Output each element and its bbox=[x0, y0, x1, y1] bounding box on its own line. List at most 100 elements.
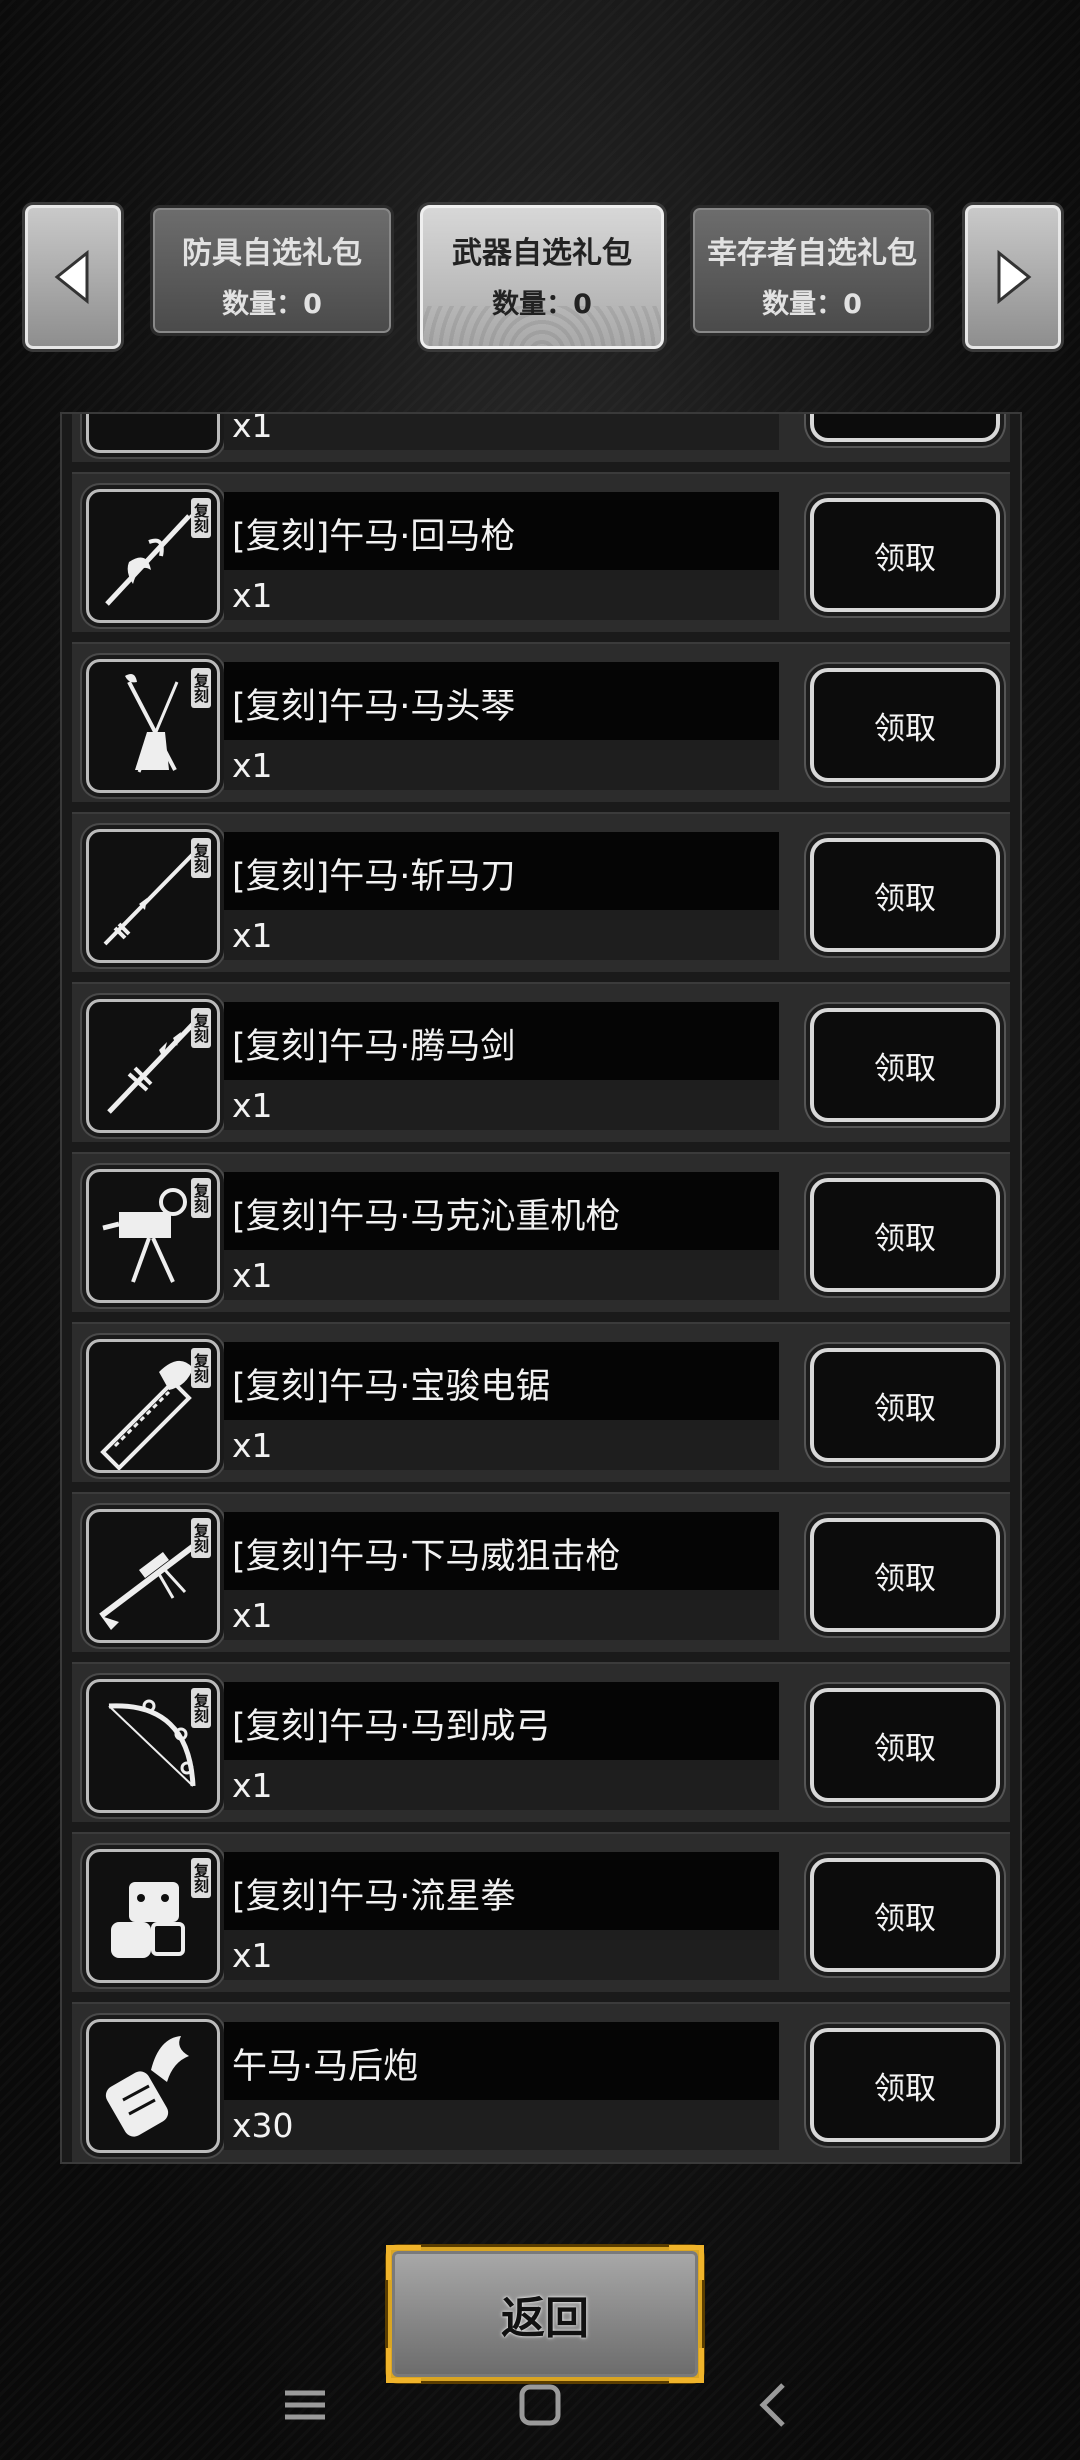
list-item: 复刻 [复刻]午马·腾马剑 x1 领取 bbox=[72, 982, 1010, 1142]
item-quantity: x1 bbox=[232, 1766, 273, 1805]
reprint-badge: 复刻 bbox=[191, 838, 211, 878]
item-name: 午马·马后炮 bbox=[232, 2047, 419, 2087]
list-item: 复刻 [复刻]午马·斩马刀 x1 领取 bbox=[72, 812, 1010, 972]
list-item: 复刻 [复刻]午马·马头琴 x1 领取 bbox=[72, 642, 1010, 802]
tab-weapon-pack[interactable]: 武器自选礼包 数量：0 bbox=[420, 205, 664, 349]
item-quantity-bar: x1 bbox=[224, 570, 779, 620]
list-item: 复刻 [复刻]午马·下马威狙击枪 x1 领取 bbox=[72, 1492, 1010, 1652]
claim-button[interactable]: 领取 bbox=[810, 1008, 1000, 1122]
item-name-bar: [复刻]午马·马克沁重机枪 bbox=[224, 1172, 779, 1250]
tab-title: 幸存者自选礼包 bbox=[707, 236, 917, 271]
prev-tab-button[interactable] bbox=[25, 205, 121, 349]
item-quantity-bar: x1 bbox=[224, 1080, 779, 1130]
item-icon-frame: 复刻 bbox=[86, 1679, 220, 1813]
list-item: 复刻 [复刻]午马·回马枪 x1 领取 bbox=[72, 472, 1010, 632]
item-quantity-bar: x1 bbox=[224, 910, 779, 960]
item-name: [复刻]午马·马克沁重机枪 bbox=[232, 1197, 621, 1237]
wave-pattern bbox=[423, 306, 661, 346]
item-name-bar: [复刻]午马·马头琴 bbox=[224, 662, 779, 740]
item-name-bar: [复刻]午马·斩马刀 bbox=[224, 832, 779, 910]
reprint-badge: 复刻 bbox=[191, 1858, 211, 1898]
item-name-bar: [复刻]午马·下马威狙击枪 bbox=[224, 1512, 779, 1590]
list-item: 复刻 [复刻]午马·马克沁重机枪 x1 领取 bbox=[72, 1152, 1010, 1312]
list-item: x1 bbox=[72, 412, 1010, 462]
item-name-bar: [复刻]午马·宝骏电锯 bbox=[224, 1342, 779, 1420]
item-quantity: x1 bbox=[232, 576, 273, 615]
claim-button[interactable]: 领取 bbox=[810, 668, 1000, 782]
item-icon-frame: 复刻 bbox=[86, 659, 220, 793]
item-quantity: x1 bbox=[232, 746, 273, 785]
corner-ornament bbox=[386, 2245, 421, 2280]
item-quantity: x1 bbox=[232, 412, 273, 445]
tab-title: 防具自选礼包 bbox=[182, 236, 362, 271]
claim-button[interactable]: 领取 bbox=[810, 1858, 1000, 1972]
system-nav-bar bbox=[0, 2365, 1080, 2460]
reprint-badge: 复刻 bbox=[191, 1348, 211, 1388]
next-tab-button[interactable] bbox=[965, 205, 1061, 349]
item-name: [复刻]午马·回马枪 bbox=[232, 517, 516, 557]
item-icon-frame: 复刻 bbox=[86, 1849, 220, 1983]
item-quantity: x1 bbox=[232, 1086, 273, 1125]
item-name: [复刻]午马·斩马刀 bbox=[232, 857, 516, 897]
reprint-badge: 复刻 bbox=[191, 1518, 211, 1558]
tab-armor-pack[interactable]: 防具自选礼包 数量：0 bbox=[150, 205, 394, 336]
home-icon[interactable] bbox=[510, 2375, 570, 2435]
return-button[interactable]: 返回 bbox=[386, 2245, 704, 2383]
back-icon[interactable] bbox=[745, 2375, 805, 2435]
item-icon-frame: 复刻 bbox=[86, 829, 220, 963]
item-quantity-bar: x1 bbox=[224, 1420, 779, 1470]
item-quantity: x1 bbox=[232, 1936, 273, 1975]
list-item: 复刻 [复刻]午马·马到成弓 x1 领取 bbox=[72, 1662, 1010, 1822]
item-quantity: x1 bbox=[232, 1426, 273, 1465]
list-item: 复刻 [复刻]午马·流星拳 x1 领取 bbox=[72, 1832, 1010, 1992]
item-quantity-bar: x1 bbox=[224, 1590, 779, 1640]
claim-button[interactable]: 领取 bbox=[810, 1348, 1000, 1462]
tab-title: 武器自选礼包 bbox=[452, 236, 632, 271]
item-icon-frame: 复刻 bbox=[86, 1509, 220, 1643]
reprint-badge: 复刻 bbox=[191, 1688, 211, 1728]
item-name-bar: [复刻]午马·流星拳 bbox=[224, 1852, 779, 1930]
item-icon-frame bbox=[86, 2019, 220, 2153]
item-quantity: x30 bbox=[232, 2106, 294, 2145]
list-item: 复刻 [复刻]午马·宝骏电锯 x1 领取 bbox=[72, 1322, 1010, 1482]
item-icon-frame bbox=[86, 414, 220, 453]
tab-survivor-pack[interactable]: 幸存者自选礼包 数量：0 bbox=[690, 205, 934, 336]
item-name-bar: [复刻]午马·马到成弓 bbox=[224, 1682, 779, 1760]
item-name: [复刻]午马·马到成弓 bbox=[232, 1707, 551, 1747]
item-quantity-bar: x1 bbox=[224, 412, 779, 450]
claim-button[interactable]: 领取 bbox=[810, 1688, 1000, 1802]
claim-button[interactable] bbox=[810, 414, 1000, 442]
reprint-badge: 复刻 bbox=[191, 668, 211, 708]
reprint-badge: 复刻 bbox=[191, 1008, 211, 1048]
reward-list-panel[interactable]: x1 复刻 [复刻]午马·回马枪 x1 领取 复刻 [复刻]午马·马头琴 x1 … bbox=[60, 412, 1022, 2164]
list-item: 午马·马后炮 x30 领取 bbox=[72, 2002, 1010, 2162]
item-icon-frame: 复刻 bbox=[86, 1339, 220, 1473]
item-quantity: x1 bbox=[232, 916, 273, 955]
item-name: [复刻]午马·马头琴 bbox=[232, 687, 516, 727]
chevron-right-icon bbox=[997, 249, 1032, 305]
item-name: [复刻]午马·流星拳 bbox=[232, 1877, 516, 1917]
item-name-bar: [复刻]午马·腾马剑 bbox=[224, 1002, 779, 1080]
tab-count: 数量：0 bbox=[762, 289, 862, 320]
menu-icon[interactable] bbox=[275, 2375, 335, 2435]
claim-button[interactable]: 领取 bbox=[810, 2028, 1000, 2142]
claim-button[interactable]: 领取 bbox=[810, 1178, 1000, 1292]
claim-button[interactable]: 领取 bbox=[810, 838, 1000, 952]
cannon-icon bbox=[105, 2036, 189, 2137]
reprint-badge: 复刻 bbox=[191, 1178, 211, 1218]
item-quantity: x1 bbox=[232, 1256, 273, 1295]
item-name: [复刻]午马·腾马剑 bbox=[232, 1027, 516, 1067]
item-icon-frame: 复刻 bbox=[86, 999, 220, 1133]
claim-button[interactable]: 领取 bbox=[810, 1518, 1000, 1632]
return-label: 返回 bbox=[501, 2293, 589, 2344]
item-quantity-bar: x1 bbox=[224, 1760, 779, 1810]
item-quantity-bar: x1 bbox=[224, 1930, 779, 1980]
tab-count: 数量：0 bbox=[222, 289, 322, 320]
item-name-bar: 午马·马后炮 bbox=[224, 2022, 779, 2100]
chevron-left-icon bbox=[54, 249, 89, 305]
item-quantity-bar: x1 bbox=[224, 1250, 779, 1300]
item-icon-frame: 复刻 bbox=[86, 489, 220, 623]
item-name: [复刻]午马·宝骏电锯 bbox=[232, 1367, 551, 1407]
item-name-bar: [复刻]午马·回马枪 bbox=[224, 492, 779, 570]
claim-button[interactable]: 领取 bbox=[810, 498, 1000, 612]
